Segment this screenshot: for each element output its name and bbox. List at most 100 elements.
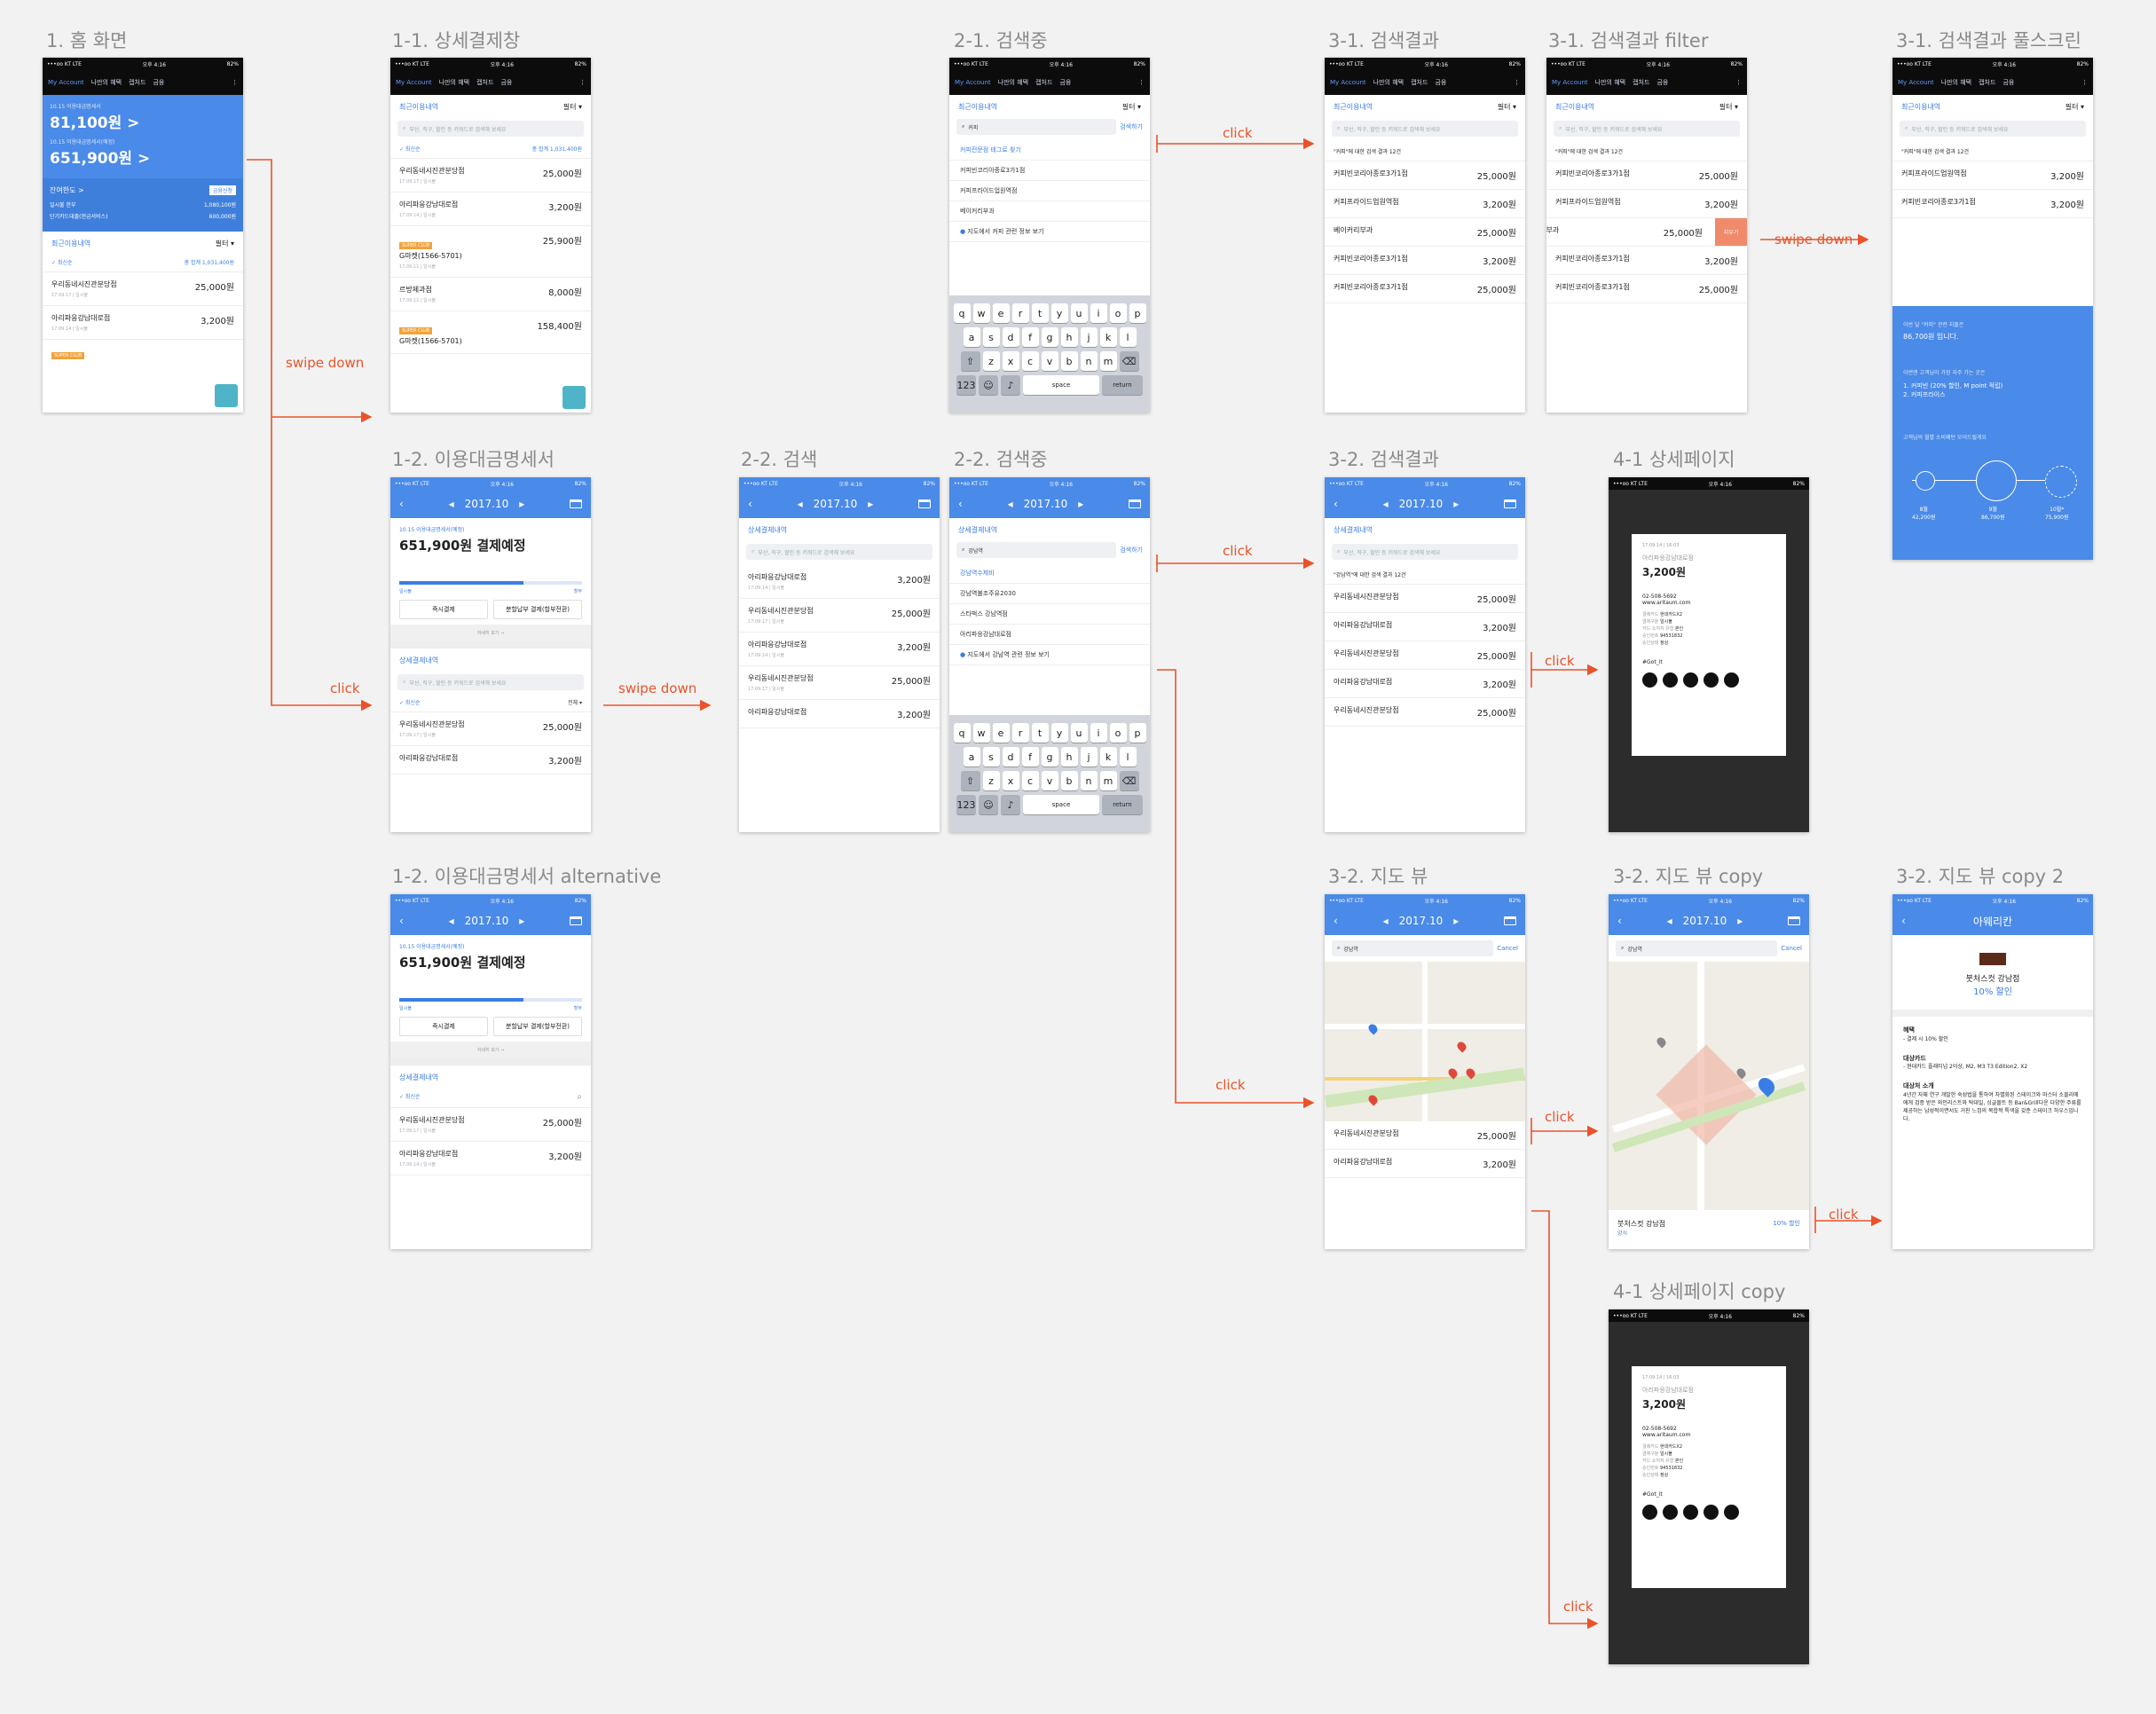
key[interactable]: q [953, 723, 971, 743]
suggestion-item[interactable]: 커피전문점 테그로 찾기 [949, 140, 1150, 161]
search-input[interactable]: ⌕ 부산, 직구, 할인 등 키워드로 검색해 보세요 [746, 544, 932, 560]
key[interactable]: s [982, 747, 1000, 767]
list-item[interactable]: 커피빈코리아종로3가1점 3,200원 [1325, 247, 1525, 275]
facebook-icon[interactable] [1642, 1505, 1657, 1520]
selected-store-card[interactable]: 붓처스컷 강남점 양식 10% 할인 [1609, 1210, 1809, 1246]
list-item[interactable]: 아리파응강남대로점 3,200원 [1325, 670, 1525, 698]
list-item[interactable]: 우리동네시진관분당점 17.09.17 | 일시불 25,000원 [43, 272, 243, 306]
key[interactable]: y [1050, 303, 1068, 323]
more-icon[interactable]: ⋮ [2081, 79, 2088, 86]
list-item[interactable]: 우리동네시진관분당점 25,000원 [1325, 585, 1525, 613]
key[interactable]: n [1080, 351, 1098, 371]
list-item[interactable]: 아리파응강남대로점 3,200원 [1325, 613, 1525, 641]
key[interactable]: k [1099, 747, 1117, 767]
next-month-icon[interactable]: ▸ [519, 915, 524, 927]
key[interactable]: i [1090, 303, 1107, 323]
key[interactable]: k [1099, 327, 1117, 347]
key[interactable]: w [972, 303, 990, 323]
search-input[interactable]: ⌕ 커피 [956, 119, 1117, 135]
key[interactable]: x [1002, 771, 1019, 790]
prev-month-icon[interactable]: ◂ [449, 915, 454, 927]
list-item[interactable]: 커피프라이드업원역점 3,200원 [1892, 161, 2093, 190]
calendar-icon[interactable] [1504, 499, 1516, 508]
key[interactable]: a [963, 327, 980, 347]
more-icon[interactable]: ⋮ [1735, 79, 1742, 86]
nav-benefits[interactable]: 나만의 혜택 [91, 78, 122, 87]
more-icon[interactable]: ⋮ [1138, 79, 1145, 86]
search-input[interactable]: ⌕ 부산, 직구, 할인 등 키워드로 검색해 보세요 [1332, 121, 1518, 137]
more-icon[interactable]: ⋮ [579, 79, 586, 86]
facebook-icon[interactable] [1642, 672, 1657, 688]
next-month-icon[interactable]: ▸ [519, 498, 524, 510]
twitter-icon[interactable] [1704, 1505, 1719, 1520]
installment-button[interactable]: 분할납부 결제(할부전환) [493, 1017, 582, 1036]
prev-month-icon[interactable]: ◂ [1667, 915, 1672, 927]
more-link[interactable]: 자세히 보기 → [390, 625, 591, 641]
next-month-icon[interactable]: ▸ [1453, 498, 1459, 510]
suggestion-item[interactable]: 커피빈코리아종로3가1점 [949, 161, 1150, 181]
next-month-icon[interactable]: ▸ [1078, 498, 1083, 510]
key[interactable]: l [1119, 747, 1137, 767]
list-item[interactable]: 커피빈코리아종로3가1점 25,000원 [1546, 275, 1747, 303]
list-item[interactable]: 우리동네시진관분당점 25,000원 [1325, 698, 1525, 727]
nav-my-account[interactable]: My Account [48, 79, 84, 86]
key[interactable]: b [1060, 351, 1078, 371]
key[interactable]: e [992, 303, 1010, 323]
search-icon[interactable]: ⌕ [577, 1092, 582, 1102]
list-item[interactable]: 우리동네시진관분당점 17.09.17 | 일시불 25,000원 [739, 666, 940, 700]
limit-button[interactable]: 금융신청 [209, 185, 236, 195]
list-item-swiped[interactable]: 베이커리부과25,000원지우기 [1546, 218, 1747, 247]
list-item[interactable]: 우리동네시진관분당점 17.09.17 | 일시불 25,000원 [739, 599, 940, 633]
calendar-icon[interactable] [570, 499, 582, 508]
pay-now-button[interactable]: 즉시결제 [399, 600, 488, 619]
key[interactable]: x [1002, 351, 1019, 371]
suggestion-item[interactable]: 아리파응강남대로점 [949, 625, 1150, 645]
list-item[interactable]: 우리동네시진관분당점 25,000원 [1325, 641, 1525, 670]
key[interactable]: o [1109, 723, 1127, 743]
list-item[interactable]: 커피빈코리아종로3가1점 25,000원 [1325, 161, 1525, 190]
key[interactable]: p [1129, 723, 1146, 743]
key[interactable]: j [1080, 327, 1098, 347]
list-item[interactable]: 커피빈코리아종로3가1점 3,200원 [1892, 190, 2093, 218]
back-icon[interactable]: ‹ [748, 498, 752, 510]
search-input[interactable]: ⌕ 부산, 직구, 할인 등 키워드로 검색해 보세요 [397, 121, 584, 137]
mic-key[interactable]: ♪ [1001, 375, 1020, 395]
list-item[interactable]: 커피프라이드업원역점 3,200원 [1546, 190, 1747, 218]
key[interactable]: a [963, 747, 980, 767]
key[interactable]: t [1031, 723, 1049, 743]
list-item[interactable]: 아리파응강남대로점 3,200원 [390, 746, 591, 774]
mic-key[interactable]: ♪ [1001, 795, 1020, 814]
installment-button[interactable]: 분할납부 결제(할부전환) [493, 600, 582, 619]
key[interactable]: h [1060, 327, 1078, 347]
key[interactable]: q [953, 303, 971, 323]
space-key[interactable]: space [1023, 375, 1099, 395]
due-amount[interactable]: 81,100원 > [50, 110, 236, 132]
emoji-key[interactable]: ☺ [979, 795, 998, 814]
backspace-key[interactable]: ⌫ [1119, 351, 1139, 371]
key[interactable]: o [1109, 303, 1127, 323]
num-key[interactable]: 123 [956, 795, 976, 814]
key[interactable]: l [1119, 327, 1137, 347]
kakao-icon[interactable] [1683, 1505, 1698, 1520]
key[interactable]: r [1011, 303, 1029, 323]
key[interactable]: f [1021, 747, 1039, 767]
key[interactable]: h [1060, 747, 1078, 767]
delete-button[interactable]: 지우기 [1715, 218, 1747, 246]
more-icon[interactable]: ⋮ [1514, 79, 1520, 86]
cancel-button[interactable]: Cancel [1781, 945, 1802, 952]
suggestion-item-map[interactable]: ● 지도에서 강남역 관련 정보 보기 [949, 645, 1150, 665]
back-icon[interactable]: ‹ [958, 498, 963, 510]
list-item[interactable]: 우리동네시진관분당점 25,000원 [1325, 1121, 1525, 1150]
list-item[interactable]: 아리파응강남대로점 17.09.14 | 일시불 3,200원 [739, 565, 940, 599]
key[interactable]: j [1080, 747, 1098, 767]
list-item[interactable]: 우리동네시진관분당점 17.09.17 | 일시불 25,000원 [390, 712, 591, 746]
suggestion-item[interactable]: 강남역수제비 [949, 563, 1150, 584]
key[interactable]: m [1099, 771, 1117, 790]
next-month-icon[interactable]: ▸ [868, 498, 873, 510]
key[interactable]: d [1002, 327, 1019, 347]
key[interactable]: s [982, 327, 1000, 347]
list-item[interactable]: 르방제과점 17.09.11 | 일시불 8,000원 [390, 278, 591, 311]
search-input[interactable]: ⌕ 부산, 직구, 할인 등 키워드로 검색해 보세요 [1900, 121, 2086, 137]
calendar-icon[interactable] [918, 499, 931, 508]
key[interactable]: b [1060, 771, 1078, 790]
